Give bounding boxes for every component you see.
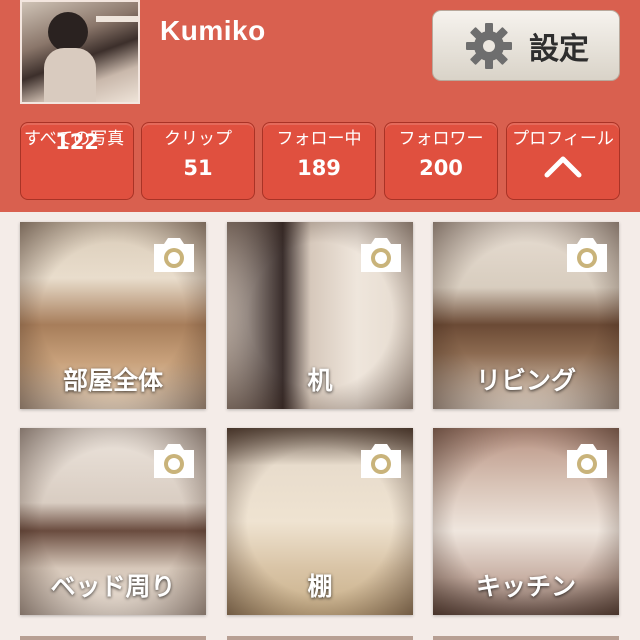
gear-icon xyxy=(466,22,512,69)
category-label: ベッド周り xyxy=(50,572,176,601)
clips-count: 51 xyxy=(183,156,213,180)
camera-icon xyxy=(154,238,194,272)
category-grid: 部屋全体 机 リビング ベッド周り 棚 キッチン xyxy=(0,212,640,640)
followers-count: 200 xyxy=(419,156,463,180)
category-label: 棚 xyxy=(307,572,333,601)
next-row-tile[interactable] xyxy=(227,636,413,640)
profile-header: Kumiko 設定 すべての写真 122 クリップ 51 フォロー中 189 フ… xyxy=(0,0,640,212)
camera-icon xyxy=(154,444,194,478)
category-tile-room[interactable]: 部屋全体 xyxy=(20,222,206,409)
followers-button[interactable]: フォロワー 200 xyxy=(384,122,498,200)
camera-icon xyxy=(361,444,401,478)
category-tile-shelf[interactable]: 棚 xyxy=(227,428,413,615)
profile-toggle-button[interactable]: プロフィール xyxy=(506,122,620,200)
category-tile-bedside[interactable]: ベッド周り xyxy=(20,428,206,615)
category-label: 机 xyxy=(307,366,333,395)
category-label: リビング xyxy=(475,366,576,395)
username: Kumiko xyxy=(160,15,266,46)
category-tile-kitchen[interactable]: キッチン xyxy=(433,428,619,615)
category-label: キッチン xyxy=(475,572,576,601)
avatar[interactable] xyxy=(20,0,140,104)
chevron-up-icon xyxy=(544,156,582,178)
stats-bar: すべての写真 122 クリップ 51 フォロー中 189 フォロワー 200 プ… xyxy=(20,122,620,202)
settings-button[interactable]: 設定 xyxy=(432,10,620,81)
camera-icon xyxy=(567,238,607,272)
next-row-tile[interactable] xyxy=(433,636,619,640)
category-tile-living[interactable]: リビング xyxy=(433,222,619,409)
followers-label: フォロワー xyxy=(398,129,484,149)
clips-label: クリップ xyxy=(164,129,232,149)
following-count: 189 xyxy=(297,156,341,180)
camera-icon xyxy=(567,444,607,478)
clips-button[interactable]: クリップ 51 xyxy=(141,122,255,200)
all-photos-button[interactable]: すべての写真 122 xyxy=(20,122,134,200)
profile-label: プロフィール xyxy=(512,129,614,149)
category-label: 部屋全体 xyxy=(62,366,163,395)
settings-label: 設定 xyxy=(529,31,589,67)
next-row-tile[interactable] xyxy=(20,636,206,640)
camera-icon xyxy=(361,238,401,272)
category-tile-desk[interactable]: 机 xyxy=(227,222,413,409)
following-button[interactable]: フォロー中 189 xyxy=(262,122,376,200)
following-label: フォロー中 xyxy=(276,129,362,149)
